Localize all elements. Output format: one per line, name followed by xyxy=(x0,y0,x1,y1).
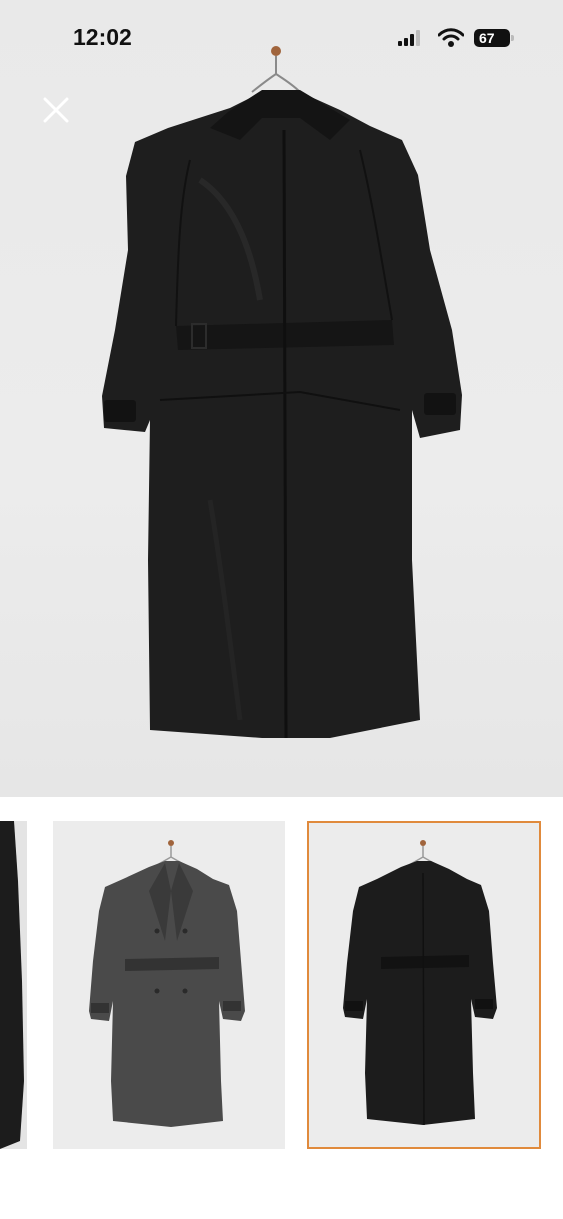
thumbnail-partial[interactable] xyxy=(0,821,27,1149)
status-bar: 12:02 67 xyxy=(0,0,563,78)
coat-back-thumb-image xyxy=(343,840,497,1126)
close-icon xyxy=(43,97,69,123)
coat-front-image xyxy=(89,840,245,1127)
close-button[interactable] xyxy=(40,94,72,126)
battery-indicator: 67 xyxy=(474,29,510,47)
main-image-viewer[interactable]: 12:02 67 xyxy=(0,0,563,797)
wifi-icon xyxy=(438,28,464,47)
thumbnail-front[interactable] xyxy=(53,821,285,1149)
battery-tip xyxy=(511,35,514,41)
status-time: 12:02 xyxy=(73,24,132,50)
coat-partial-image xyxy=(0,821,27,1149)
thumbnail-back-selected[interactable] xyxy=(307,821,541,1149)
coat-back-image xyxy=(102,46,462,739)
cellular-signal-icon xyxy=(398,30,420,46)
thumbnail-strip[interactable] xyxy=(0,797,563,1219)
